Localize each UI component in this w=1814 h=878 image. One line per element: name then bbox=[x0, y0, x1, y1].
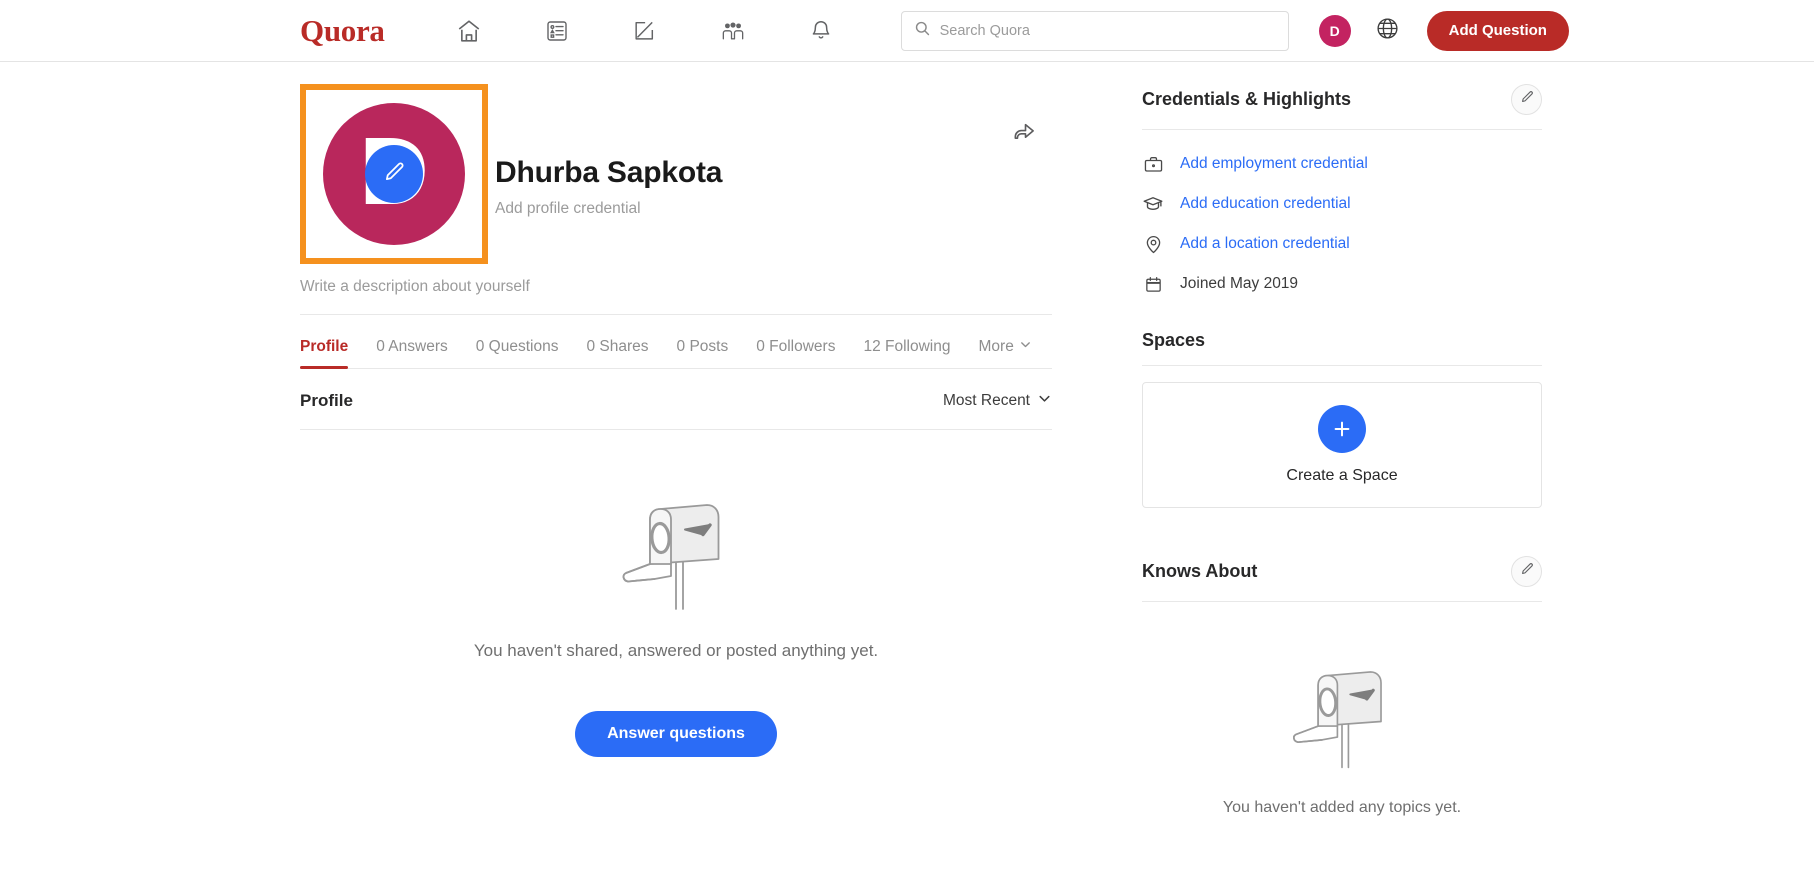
globe-icon bbox=[1375, 16, 1400, 46]
quora-logo[interactable]: Quora bbox=[300, 15, 385, 46]
profile-description-prompt[interactable]: Write a description about yourself bbox=[300, 278, 1052, 315]
page-body: D Dhurba Sapkota Add profile credential bbox=[0, 62, 1814, 827]
location-pin-icon bbox=[1142, 234, 1164, 255]
language-button[interactable] bbox=[1373, 16, 1403, 46]
spaces-title: Spaces bbox=[1142, 330, 1206, 350]
profile-header: D Dhurba Sapkota Add profile credential bbox=[300, 84, 1060, 264]
plus-icon bbox=[1318, 405, 1366, 453]
add-profile-credential-link[interactable]: Add profile credential bbox=[495, 200, 722, 218]
answers-icon bbox=[545, 19, 569, 43]
tab-answers[interactable]: 0 Answers bbox=[376, 338, 448, 368]
credential-label: Add a location credential bbox=[1180, 235, 1350, 252]
add-location-credential[interactable]: Add a location credential bbox=[1142, 224, 1542, 264]
sort-dropdown[interactable]: Most Recent bbox=[943, 391, 1052, 411]
tab-label: 0 Posts bbox=[676, 338, 729, 355]
tab-followers[interactable]: 0 Followers bbox=[756, 338, 835, 368]
nav-answers-button[interactable] bbox=[513, 8, 601, 54]
sidebar: Credentials & Highlights Add employment … bbox=[1142, 84, 1542, 827]
credentials-title: Credentials & Highlights bbox=[1142, 89, 1352, 109]
knows-about-empty-text: You haven't added any topics yet. bbox=[1222, 799, 1462, 816]
page-title: Dhurba Sapkota bbox=[495, 156, 723, 189]
chevron-down-icon bbox=[1019, 338, 1032, 356]
knows-about-empty-state: You haven't added any topics yet. bbox=[1142, 602, 1542, 817]
notifications-bell-icon bbox=[809, 18, 833, 43]
graduation-cap-icon bbox=[1142, 193, 1164, 215]
search-icon bbox=[914, 20, 940, 42]
search-input[interactable] bbox=[939, 22, 1276, 39]
tab-more[interactable]: More bbox=[979, 338, 1032, 368]
tab-questions[interactable]: 0 Questions bbox=[476, 338, 559, 368]
tab-label: 0 Followers bbox=[756, 338, 836, 355]
credentials-section: Credentials & Highlights Add employment … bbox=[1142, 84, 1542, 304]
feed-empty-text: You haven't shared, answered or posted a… bbox=[473, 641, 879, 660]
feed-empty-state: You haven't shared, answered or posted a… bbox=[300, 430, 1052, 757]
credential-label: Add education credential bbox=[1180, 195, 1351, 212]
tab-following[interactable]: 12 Following bbox=[863, 338, 950, 368]
tab-posts[interactable]: 0 Posts bbox=[677, 338, 729, 368]
mailbox-illustration bbox=[610, 492, 742, 619]
calendar-icon bbox=[1142, 275, 1164, 294]
credential-label: Add employment credential bbox=[1180, 155, 1368, 172]
nav-home-button[interactable] bbox=[425, 8, 513, 54]
share-arrow-icon bbox=[1011, 119, 1037, 150]
tab-label: Profile bbox=[300, 338, 349, 355]
nav-write-button[interactable] bbox=[601, 8, 689, 54]
top-navigation-bar: Quora Search Quora D Add Question bbox=[0, 0, 1814, 62]
sort-label: Most Recent bbox=[942, 392, 1030, 409]
spaces-header: Spaces bbox=[1142, 330, 1542, 366]
knows-about-header: Knows About bbox=[1142, 556, 1542, 602]
create-space-card[interactable]: Create a Space bbox=[1142, 382, 1542, 508]
knows-about-section: Knows About You haven't added any topics… bbox=[1142, 556, 1542, 817]
add-education-credential[interactable]: Add education credential bbox=[1142, 184, 1542, 224]
tab-label: 0 Answers bbox=[376, 338, 448, 355]
pencil-icon bbox=[1519, 89, 1535, 110]
nav-notifications-button[interactable] bbox=[777, 8, 865, 54]
add-employment-credential[interactable]: Add employment credential bbox=[1142, 144, 1542, 184]
edit-knows-about-button[interactable] bbox=[1511, 556, 1542, 587]
profile-avatar[interactable]: D bbox=[323, 103, 465, 245]
spaces-section: Spaces Create a Space bbox=[1142, 330, 1542, 508]
tab-label: 0 Questions bbox=[475, 338, 559, 355]
tab-profile[interactable]: Profile bbox=[300, 338, 349, 369]
knows-about-title: Knows About bbox=[1142, 561, 1258, 581]
write-icon bbox=[632, 18, 657, 43]
credentials-header: Credentials & Highlights bbox=[1142, 84, 1542, 130]
pencil-icon bbox=[1519, 561, 1535, 582]
share-profile-button[interactable] bbox=[1006, 116, 1042, 152]
edit-credentials-button[interactable] bbox=[1511, 84, 1542, 115]
content-header-row: Profile Most Recent bbox=[300, 369, 1052, 430]
tab-label: More bbox=[978, 338, 1014, 355]
avatar-edit-badge[interactable] bbox=[365, 145, 423, 203]
tab-label: 12 Following bbox=[863, 338, 951, 355]
joined-date: Joined May 2019 bbox=[1142, 264, 1542, 304]
profile-tabs: Profile 0 Answers 0 Questions 0 Shares 0… bbox=[300, 325, 1052, 369]
add-question-button[interactable]: Add Question bbox=[1426, 10, 1569, 51]
primary-nav bbox=[425, 8, 865, 54]
chevron-down-icon bbox=[1037, 391, 1052, 411]
tab-label: 0 Shares bbox=[586, 338, 649, 355]
spaces-icon bbox=[720, 19, 746, 43]
main-column: D Dhurba Sapkota Add profile credential bbox=[300, 84, 1060, 827]
nav-spaces-button[interactable] bbox=[689, 8, 777, 54]
avatar-highlight-box: D bbox=[300, 84, 488, 264]
mailbox-illustration bbox=[1281, 660, 1403, 777]
tab-shares[interactable]: 0 Shares bbox=[586, 338, 648, 368]
home-icon bbox=[456, 18, 482, 44]
search-bar[interactable] bbox=[900, 10, 1289, 51]
pencil-icon bbox=[381, 159, 407, 190]
profile-name-block: Dhurba Sapkota Add profile credential bbox=[495, 84, 722, 218]
answer-questions-button[interactable]: Answer questions bbox=[575, 711, 777, 757]
credentials-list: Add employment credential Add education … bbox=[1142, 130, 1542, 304]
briefcase-icon bbox=[1142, 154, 1164, 175]
create-space-label: Create a Space bbox=[1286, 467, 1398, 484]
user-avatar-small[interactable]: D bbox=[1318, 14, 1351, 47]
joined-date-label: Joined May 2019 bbox=[1180, 275, 1299, 292]
content-section-title: Profile bbox=[300, 391, 353, 410]
